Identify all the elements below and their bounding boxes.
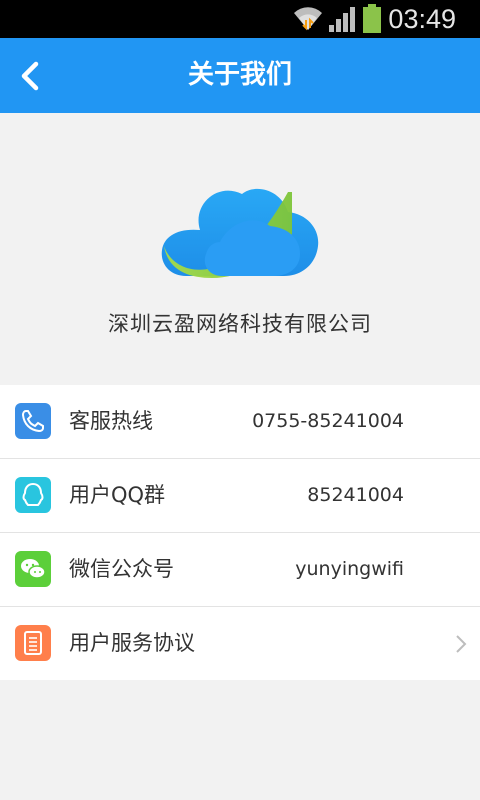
list-item-label: 微信公众号 (69, 557, 174, 581)
signal-icon (329, 7, 355, 32)
list-item-value: 0755-85241004 (252, 410, 404, 432)
list-item-label: 用户服务协议 (69, 631, 195, 655)
status-time: 03:49 (388, 4, 456, 34)
status-bar: 03:49 (0, 0, 480, 38)
list-item-hotline[interactable]: 客服热线 0755-85241004 (0, 385, 480, 459)
document-icon (15, 625, 51, 661)
wifi-icon (294, 7, 322, 31)
list-item-qq-group[interactable]: 用户QQ群 85241004 (0, 459, 480, 533)
phone-icon (15, 403, 51, 439)
wechat-icon (15, 551, 51, 587)
title-bar: 关于我们 (0, 38, 480, 113)
list-item-label: 用户QQ群 (69, 483, 166, 507)
qq-icon (15, 477, 51, 513)
chevron-right-icon (456, 635, 467, 653)
page-title: 关于我们 (187, 60, 292, 90)
battery-icon (363, 4, 381, 33)
list-item-value: yunyingwifi (295, 558, 404, 580)
list-item-wechat[interactable]: 微信公众号 yunyingwifi (0, 533, 480, 607)
info-list: 客服热线 0755-85241004 用户QQ群 85241004 微信公众号 … (0, 385, 480, 680)
company-name: 深圳云盈网络科技有限公司 (108, 312, 372, 336)
list-item-user-agreement[interactable]: 用户服务协议 (0, 607, 480, 680)
list-item-label: 客服热线 (69, 409, 153, 433)
cloud-logo (161, 188, 319, 278)
list-item-value: 85241004 (307, 484, 404, 506)
